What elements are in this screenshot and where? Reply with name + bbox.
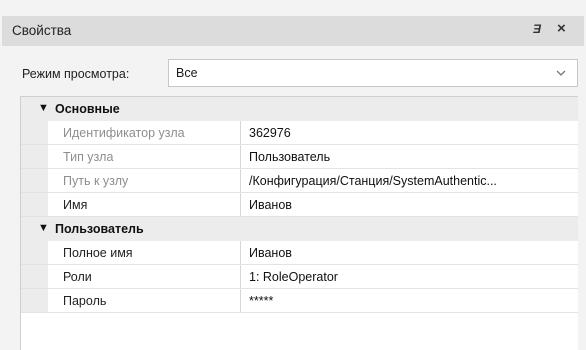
property-value[interactable]: Иванов: [249, 198, 571, 212]
chevron-down-icon[interactable]: [555, 67, 567, 79]
view-mode-selected-value: Все: [176, 66, 198, 80]
property-value[interactable]: *****: [249, 294, 571, 308]
property-grid: ▼ Основные Идентификатор узла 362976 Тип…: [20, 96, 578, 350]
property-name: Тип узла: [63, 150, 114, 164]
property-name: Полное имя: [63, 246, 133, 260]
view-mode-label: Режим просмотра:: [22, 67, 130, 81]
property-value[interactable]: /Конфигурация/Станция/SystemAuthentic...: [249, 174, 571, 188]
property-value[interactable]: 362976: [249, 126, 571, 140]
property-row[interactable]: Тип узла Пользователь: [21, 145, 578, 169]
property-name: Имя: [63, 198, 88, 212]
property-row[interactable]: Идентификатор узла 362976: [21, 121, 578, 145]
property-row[interactable]: Роли 1: RoleOperator: [21, 265, 578, 289]
property-name: Идентификатор узла: [63, 126, 185, 140]
properties-window: Свойства Ǝ × Режим просмотра: Все ▼ Осно…: [0, 0, 586, 350]
property-value[interactable]: Иванов: [249, 246, 571, 260]
panel-titlebar[interactable]: Свойства Ǝ ×: [2, 16, 584, 46]
category-label: Пользователь: [55, 222, 144, 236]
property-value[interactable]: 1: RoleOperator: [249, 270, 571, 284]
property-value[interactable]: Пользователь: [249, 150, 571, 164]
float-window-icon[interactable]: Ǝ: [533, 22, 547, 36]
view-mode-dropdown[interactable]: Все: [168, 59, 578, 87]
category-header-user[interactable]: ▼ Пользователь: [21, 217, 578, 241]
property-row[interactable]: Путь к узлу /Конфигурация/Станция/System…: [21, 169, 578, 193]
close-icon[interactable]: ×: [557, 21, 571, 37]
property-row[interactable]: Имя Иванов: [21, 193, 578, 217]
property-name: Пароль: [63, 294, 107, 308]
property-name: Роли: [63, 270, 92, 284]
property-row[interactable]: Полное имя Иванов: [21, 241, 578, 265]
category-label: Основные: [55, 102, 120, 116]
property-row[interactable]: Пароль *****: [21, 289, 578, 313]
panel-title: Свойства: [12, 23, 72, 38]
property-name: Путь к узлу: [63, 174, 129, 188]
expand-arrow-icon[interactable]: ▼: [38, 222, 49, 234]
expand-arrow-icon[interactable]: ▼: [38, 102, 49, 114]
category-header-general[interactable]: ▼ Основные: [21, 97, 578, 121]
